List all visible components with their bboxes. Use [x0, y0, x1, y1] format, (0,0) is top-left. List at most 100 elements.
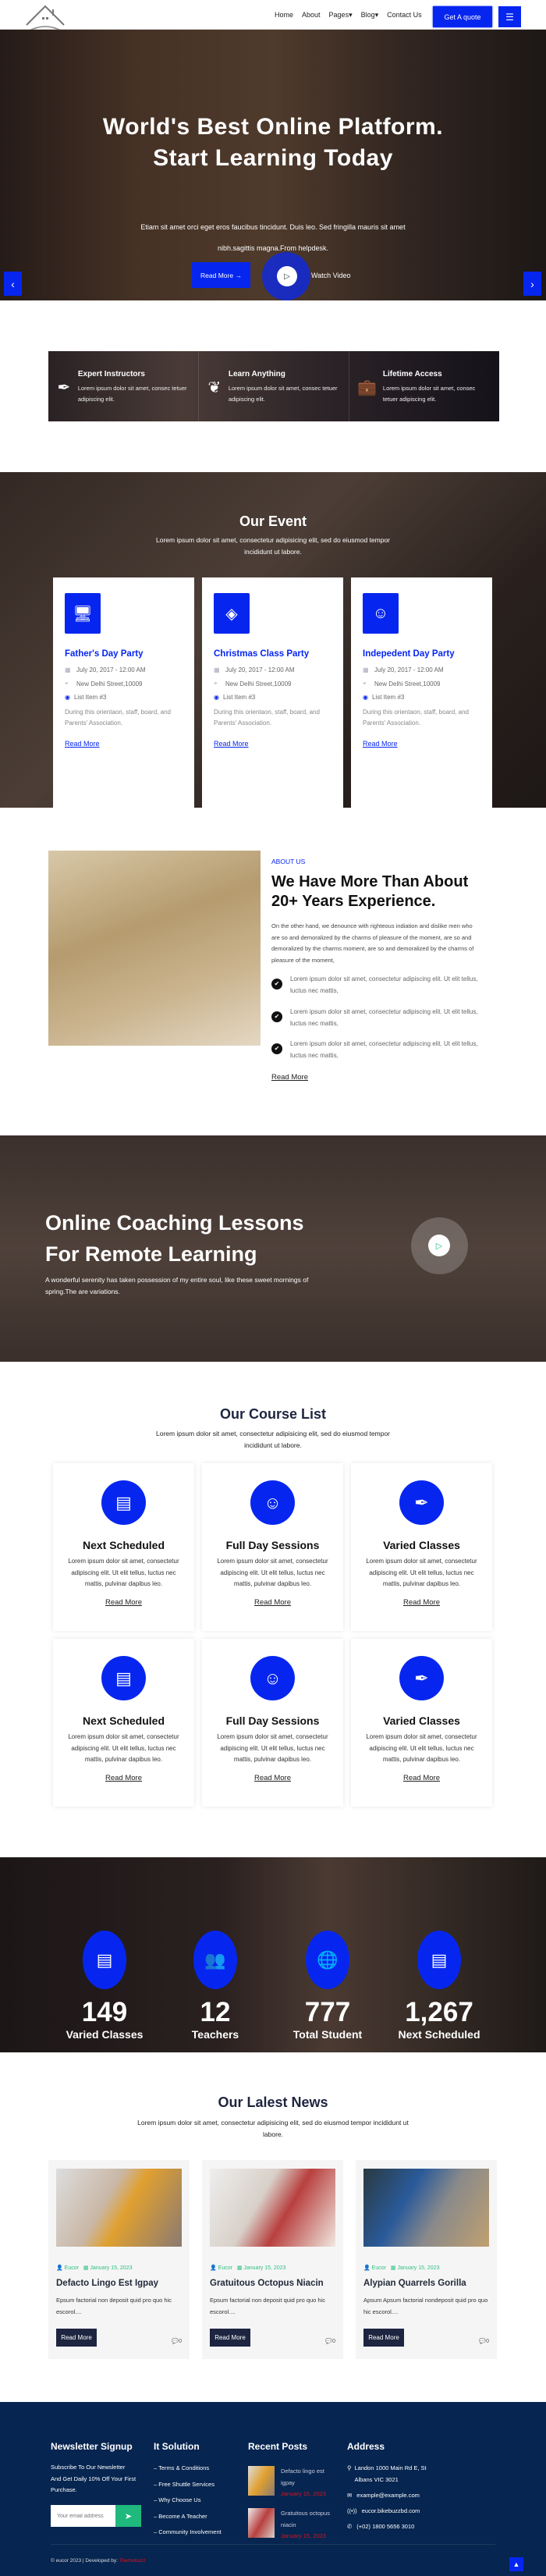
- event-date-text: July 20, 2017 - 12:00 AM: [374, 666, 444, 673]
- nav-blog[interactable]: Blog▾: [361, 11, 379, 20]
- location-pin-icon: ⌖: [65, 680, 69, 687]
- nav-contact[interactable]: Contact Us: [387, 11, 422, 20]
- about-read-more-link[interactable]: Read More: [271, 1073, 308, 1082]
- pen-tool-icon: ✒: [57, 379, 71, 396]
- news-image[interactable]: [210, 2169, 335, 2247]
- read-more-link[interactable]: Read More: [403, 1598, 440, 1607]
- nav-home[interactable]: Home: [275, 11, 293, 20]
- footer-link[interactable]: – Free Shuttle Services: [154, 2481, 214, 2488]
- read-more-button[interactable]: Read More: [363, 2329, 404, 2347]
- header: REAL ESTATE Home About Pages▾ Blog▾ Cont…: [0, 0, 546, 38]
- stats-section: ▤ 149 Varied Classes 👥 12 Teachers 🌐 777 Total…: [0, 1857, 546, 2052]
- course-title: Full Day Sessions: [225, 1539, 320, 1551]
- hamburger-menu-icon[interactable]: ☰: [498, 6, 521, 27]
- news-author[interactable]: Eucor: [218, 2265, 232, 2271]
- newsletter-title: Newsletter Signup: [51, 2441, 133, 2452]
- event-title: Our Event: [239, 513, 307, 529]
- recent-post-image: [248, 2508, 275, 2538]
- read-more-link[interactable]: Read More: [105, 1774, 142, 1782]
- recent-post[interactable]: Defacto lingo est igpay January 15, 2023: [248, 2466, 335, 2500]
- footer-link[interactable]: – Community Involvement: [154, 2528, 222, 2535]
- user-icon: 👤: [363, 2265, 370, 2271]
- recent-post-title: Gratuitous octopus niacin: [281, 2510, 330, 2528]
- read-more-button[interactable]: Read More: [210, 2329, 250, 2347]
- read-more-link[interactable]: Read More: [254, 1774, 291, 1782]
- calendar-icon: ▦: [83, 2265, 89, 2271]
- read-more-link[interactable]: Read More: [214, 740, 249, 748]
- pen-tool-icon: ✒: [399, 1656, 444, 1700]
- footer-divider: [51, 2544, 495, 2545]
- globe-icon: 🌐: [306, 1931, 349, 1989]
- nav-about[interactable]: About: [302, 11, 321, 20]
- comment-count: 💬0: [172, 2338, 182, 2344]
- event-item-text: List Item #3: [73, 694, 107, 701]
- get-quote-button[interactable]: Get A quote: [433, 6, 492, 27]
- feature-title: Lifetime Access: [382, 370, 442, 378]
- read-more-link[interactable]: Read More: [105, 1598, 142, 1607]
- location-pin-icon: ⌖: [363, 680, 367, 687]
- online-class-icon: ▤: [417, 1931, 461, 1989]
- event-location: ⌖ New Delhi Street,10009: [214, 680, 332, 688]
- read-more-link[interactable]: Read More: [65, 740, 100, 748]
- news-author[interactable]: Eucor: [372, 2265, 386, 2271]
- stat-item: 👥 12 Teachers: [168, 1931, 262, 2041]
- developer-link[interactable]: Themebuzz: [119, 2558, 146, 2564]
- stat-value: 149: [81, 1997, 128, 2027]
- nav-pages[interactable]: Pages▾: [329, 11, 353, 20]
- play-icon[interactable]: ▷: [428, 1235, 450, 1256]
- news-image[interactable]: [56, 2169, 182, 2247]
- news-title[interactable]: Alypian Quarrels Gorilla: [363, 2279, 489, 2288]
- course-card: ▤ Next Scheduled Lorem ipsum dolor sit ame…: [53, 1639, 194, 1807]
- coaching-title-line: For Remote Learning: [45, 1242, 257, 1266]
- footer-link[interactable]: – Become A Teacher: [154, 2513, 207, 2520]
- play-icon[interactable]: ▷: [277, 266, 297, 286]
- email-input[interactable]: [51, 2505, 115, 2527]
- slider-prev-icon[interactable]: ‹: [4, 272, 22, 296]
- back-to-top-icon[interactable]: ▲: [509, 2557, 523, 2571]
- footer-link[interactable]: – Terms & Conditions: [154, 2464, 209, 2471]
- feature-text: Lorem ipsum dolor sit amet, consec tetue…: [77, 385, 187, 403]
- recent-post[interactable]: Gratuitous octopus niacin January 15, 202…: [248, 2508, 335, 2542]
- phone-text[interactable]: (+02) 1800 5656 3010: [356, 2521, 414, 2533]
- event-date: ▦ July 20, 2017 - 12:00 AM: [363, 666, 480, 673]
- calendar-icon: ▦: [214, 666, 220, 673]
- watch-video-link[interactable]: Watch Video: [311, 272, 351, 279]
- course-card: ✒ Varied Classes Lorem ipsum dolor sit ame…: [351, 1639, 492, 1807]
- event-title[interactable]: Indepedent Day Party: [363, 649, 480, 659]
- event-card: 🖥 Father's Day Party ▦ July 20, 2017 - 12…: [53, 577, 194, 808]
- event-item: ◉ List Item #3: [65, 694, 183, 701]
- news-meta: 👤 Eucor ▦ January 15, 2023: [363, 2265, 489, 2271]
- links-title: It Solution: [154, 2441, 200, 2452]
- slider-next-icon[interactable]: ›: [523, 272, 541, 296]
- event-card: ☺ Indepedent Day Party ▦ July 20, 2017 - …: [351, 577, 492, 808]
- send-icon[interactable]: ➤: [115, 2505, 141, 2527]
- news-text: Epsum factorial non deposit quid pro quo…: [210, 2297, 326, 2315]
- email-text[interactable]: example@example.com: [356, 2490, 420, 2502]
- read-more-button[interactable]: Read More: [56, 2329, 97, 2347]
- news-title[interactable]: Defacto Lingo Est Igpay: [56, 2279, 182, 2288]
- stat-value: 12: [200, 1997, 231, 2027]
- hero-read-more-button[interactable]: Read More →: [192, 262, 250, 288]
- course-title: Next Scheduled: [82, 1714, 165, 1727]
- news-title[interactable]: Gratuitous Octopus Niacin: [210, 2279, 335, 2288]
- stat-value: 777: [304, 1997, 351, 2027]
- read-more-link[interactable]: Read More: [403, 1774, 440, 1782]
- course-text: Lorem ipsum dolor sit amet, consectetur …: [217, 1558, 328, 1587]
- event-location: ⌖ New Delhi Street,10009: [363, 680, 480, 688]
- course-card: ☺ Full Day Sessions Lorem ipsum dolor sit …: [202, 1463, 343, 1631]
- news-author[interactable]: Eucor: [65, 2265, 79, 2271]
- read-more-link[interactable]: Read More: [363, 740, 398, 748]
- layers-icon: ◈: [214, 593, 250, 634]
- event-text: During this orientaon, staff, board, and…: [65, 709, 171, 727]
- courses-title: Our Course List: [219, 1406, 327, 1422]
- event-title[interactable]: Father's Day Party: [65, 649, 183, 659]
- website-text[interactable]: eucor.bikebuzzbd.com: [362, 2506, 420, 2517]
- event-title[interactable]: Christmas Class Party: [214, 649, 332, 659]
- footer-link[interactable]: – Why Choose Us: [154, 2496, 200, 2503]
- course-title: Varied Classes: [383, 1714, 460, 1727]
- read-more-link[interactable]: Read More: [254, 1598, 291, 1607]
- footer-link-label: Become A Teacher: [158, 2513, 207, 2520]
- news-image[interactable]: [363, 2169, 489, 2247]
- monitor-chart-icon: 🖥: [65, 593, 101, 634]
- recent-post-image: [248, 2466, 275, 2496]
